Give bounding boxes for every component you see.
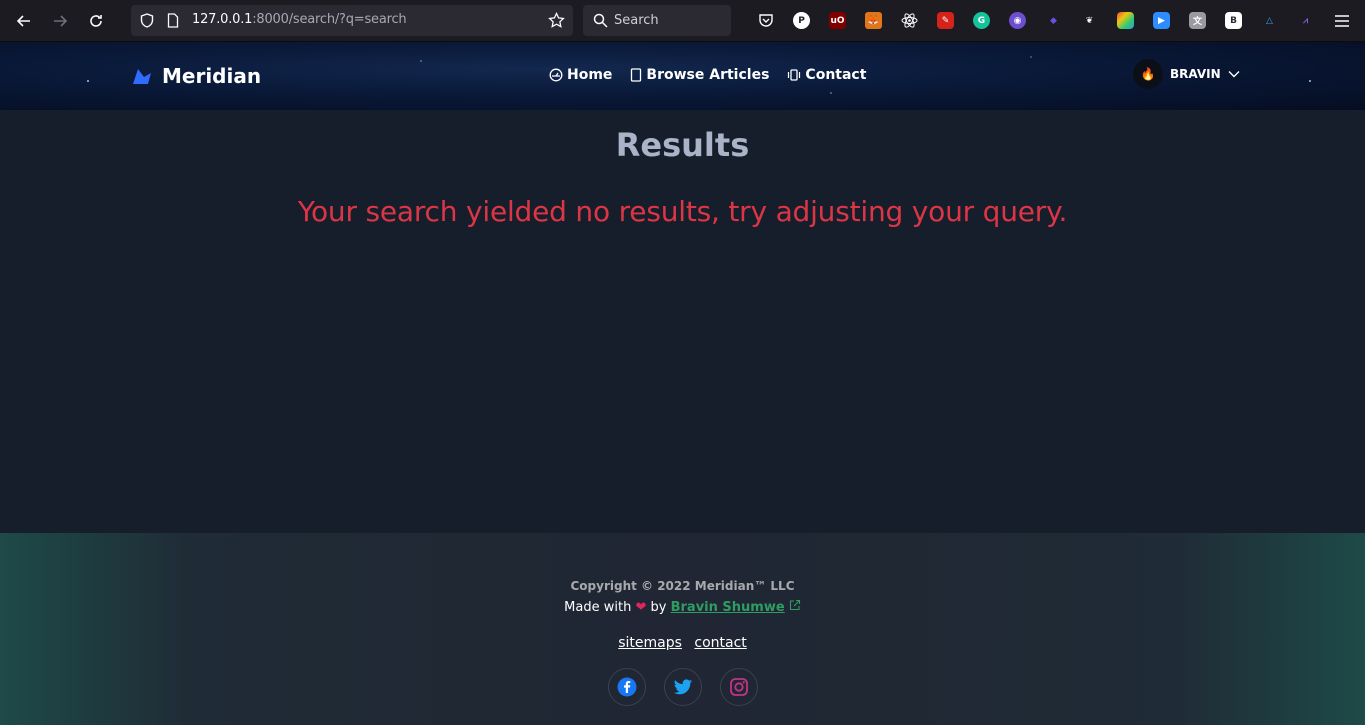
- star-decoration: [1309, 80, 1311, 82]
- wappalyzer-icon[interactable]: ✎: [937, 12, 954, 29]
- twitter-link[interactable]: [664, 668, 702, 706]
- vue-extension-icon[interactable]: ⩘: [1297, 12, 1314, 29]
- b-extension-icon[interactable]: B: [1225, 12, 1242, 29]
- url-bar[interactable]: 127.0.0.1:8000/search/?q=search: [131, 5, 573, 36]
- home-icon: [549, 68, 563, 82]
- made-with-label: Made with: [564, 600, 632, 615]
- tampermonkey-icon[interactable]: ❦: [1081, 12, 1098, 29]
- main-nav: Home Browse Articles Contact: [549, 67, 866, 83]
- fire-icon: 🔥: [1133, 59, 1163, 89]
- nav-home[interactable]: Home: [549, 67, 612, 83]
- back-button[interactable]: [11, 8, 37, 34]
- star-decoration: [420, 60, 422, 62]
- made-with-line: Made with ❤ by Bravin Shumwe: [0, 599, 1365, 615]
- no-results-message: Your search yielded no results, try adju…: [297, 195, 1068, 228]
- reload-icon: [90, 15, 102, 27]
- search-icon: [593, 13, 608, 28]
- chat-extension-icon[interactable]: ◉: [1009, 12, 1026, 29]
- grammarly-icon[interactable]: G: [973, 12, 990, 29]
- meridian-logo-icon: [133, 69, 151, 84]
- url-text: 127.0.0.1:8000/search/?q=search: [192, 12, 407, 27]
- user-name: BRAVIN: [1170, 67, 1221, 81]
- star-decoration: [1030, 56, 1032, 58]
- footer-links: sitemaps contact: [0, 635, 1365, 651]
- browser-toolbar: 127.0.0.1:8000/search/?q=search Search P…: [0, 0, 1365, 42]
- nav-contact[interactable]: Contact: [787, 67, 866, 83]
- brand-name: Meridian: [162, 64, 262, 88]
- nav-browse-label: Browse Articles: [646, 67, 770, 83]
- social-links: [608, 668, 758, 706]
- by-label: by: [650, 600, 667, 615]
- search-placeholder: Search: [614, 13, 659, 28]
- pocket-icon[interactable]: [757, 12, 774, 29]
- site-footer: Copyright © 2022 Meridian™ LLC Made with…: [0, 533, 1365, 725]
- zoom-icon[interactable]: ▶: [1153, 12, 1170, 29]
- chevron-down-icon: [1228, 71, 1240, 78]
- document-icon: [631, 68, 642, 82]
- forward-button[interactable]: [47, 8, 73, 34]
- browser-search-input[interactable]: Search: [583, 5, 731, 36]
- p-extension-icon[interactable]: P: [793, 12, 810, 29]
- instagram-icon: [730, 678, 748, 696]
- user-menu-toggle[interactable]: 🔥 BRAVIN: [1133, 59, 1240, 89]
- menu-icon[interactable]: [1333, 12, 1350, 29]
- ublock-icon[interactable]: uO: [829, 12, 846, 29]
- star-decoration: [830, 92, 832, 94]
- facebook-icon: [617, 677, 637, 697]
- reload-button[interactable]: [83, 8, 109, 34]
- arrow-right-icon: [54, 15, 68, 27]
- nav-contact-label: Contact: [805, 67, 867, 83]
- nav-home-label: Home: [567, 67, 613, 83]
- copyright-text: Copyright © 2022 Meridian™ LLC: [570, 579, 795, 593]
- site-header: Meridian Home Browse Articles Contact 🔥 …: [0, 42, 1365, 110]
- contact-link[interactable]: contact: [694, 635, 746, 651]
- star-decoration: [87, 80, 89, 82]
- author-link[interactable]: Bravin Shumwe: [671, 600, 785, 615]
- twitter-icon: [673, 678, 693, 694]
- heart-icon: ❤: [635, 600, 647, 615]
- page-icon: [167, 13, 179, 28]
- external-link-icon: [789, 599, 800, 611]
- layers-extension-icon[interactable]: ◆: [1045, 12, 1062, 29]
- arrow-left-icon: [16, 15, 30, 27]
- metamask-icon[interactable]: 🦊: [865, 12, 882, 29]
- nav-browse-articles[interactable]: Browse Articles: [630, 67, 769, 83]
- bookmark-star-icon[interactable]: [548, 12, 565, 29]
- sitemaps-link[interactable]: sitemaps: [618, 635, 682, 651]
- phone-vibrate-icon: [788, 69, 801, 81]
- react-devtools-icon[interactable]: [901, 12, 918, 29]
- triangle-extension-icon[interactable]: △: [1261, 12, 1278, 29]
- instagram-link[interactable]: [720, 668, 758, 706]
- colorzilla-icon[interactable]: [1117, 12, 1134, 29]
- brand-link[interactable]: Meridian: [131, 64, 261, 88]
- page-title: Results: [615, 126, 750, 164]
- facebook-link[interactable]: [608, 668, 646, 706]
- translate-extension-icon[interactable]: 文: [1189, 12, 1206, 29]
- shield-icon: [140, 13, 154, 28]
